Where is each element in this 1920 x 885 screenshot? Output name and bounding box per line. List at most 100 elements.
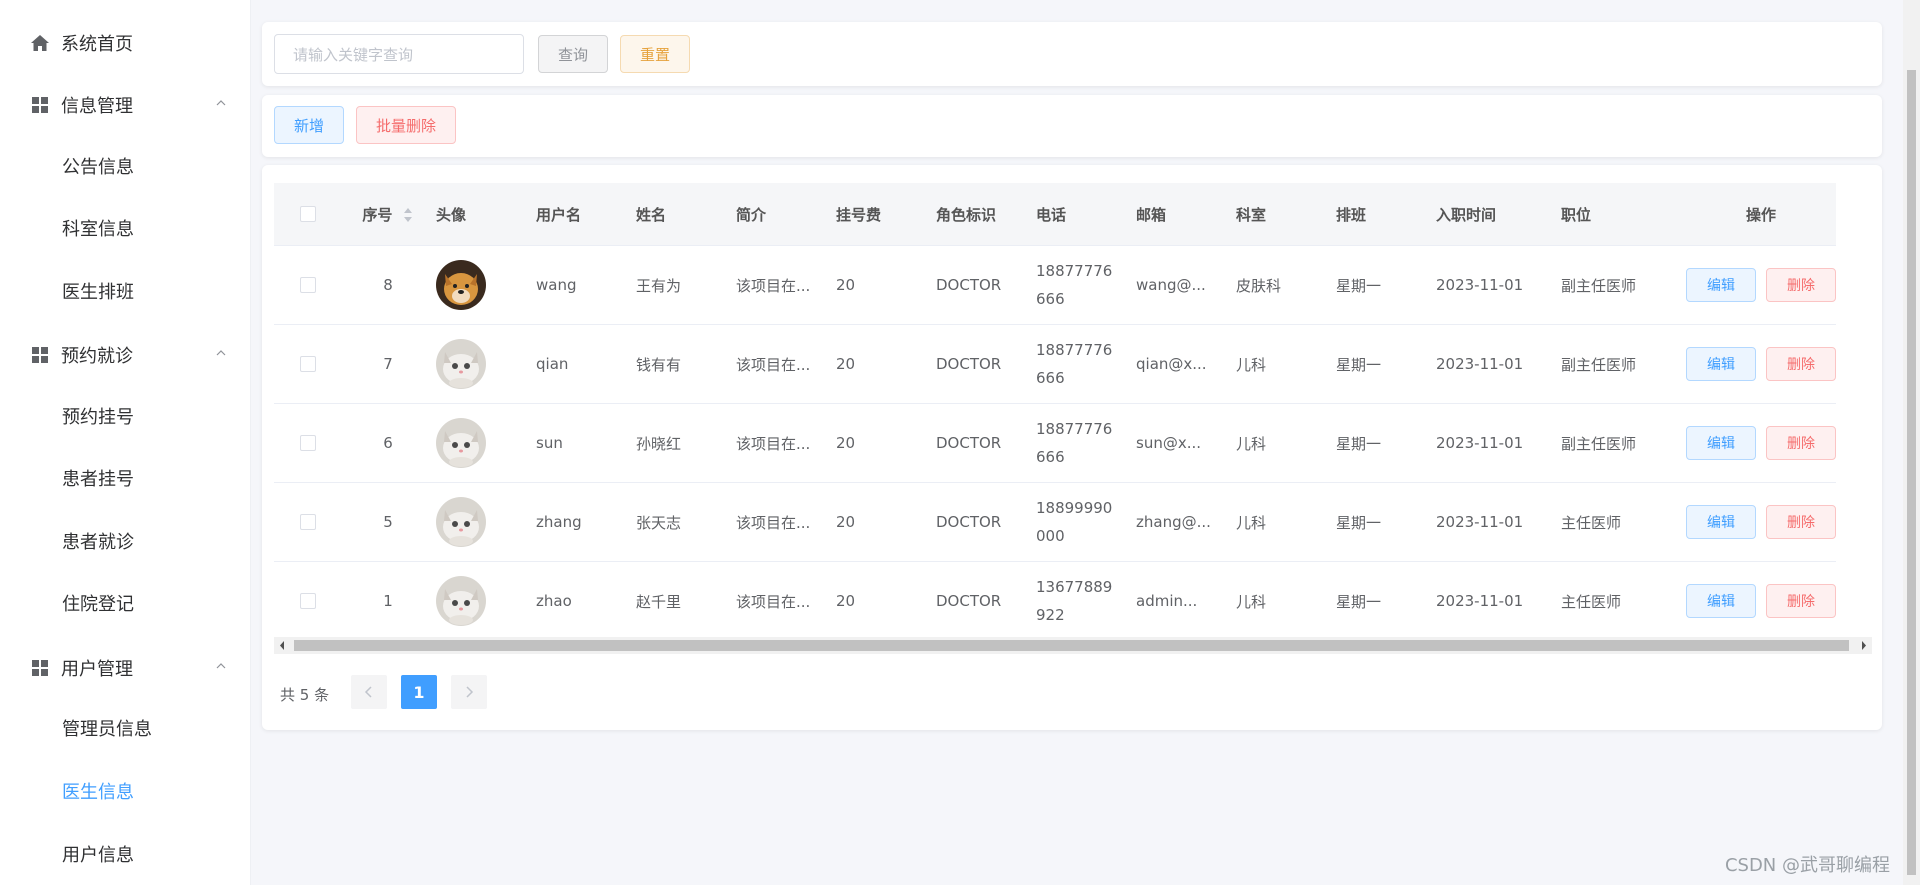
menu-group-info[interactable]: 信息管理: [0, 74, 250, 136]
sidebar-item-label: 患者就诊: [62, 532, 134, 553]
cell-name: 张天志: [636, 513, 682, 532]
menu-group-users[interactable]: 用户管理: [0, 637, 250, 699]
cell-dept: 儿科: [1236, 513, 1267, 532]
sidebar-item-dept[interactable]: 科室信息: [0, 197, 250, 259]
sidebar-item-user[interactable]: 用户信息: [0, 823, 250, 885]
horizontal-scrollbar[interactable]: [274, 637, 1872, 654]
prev-page-button[interactable]: [351, 675, 387, 709]
delete-button[interactable]: 删除: [1766, 268, 1836, 302]
cell-dept: 儿科: [1236, 355, 1267, 374]
page-1-button[interactable]: 1: [401, 675, 437, 709]
batch-delete-button[interactable]: 批量删除: [356, 106, 456, 144]
cell-date: 2023-11-01: [1436, 355, 1524, 373]
sidebar-item-label: 用户信息: [62, 845, 134, 866]
vertical-scrollbar-thumb[interactable]: [1907, 70, 1916, 875]
home-icon: [29, 32, 51, 54]
cell-title: 主任医师: [1561, 513, 1622, 532]
sidebar-item-label: 公告信息: [62, 157, 134, 178]
cell-phone-line1: 18877776: [1036, 420, 1113, 438]
cell-title: 副主任医师: [1561, 355, 1637, 374]
search-input[interactable]: 请输入关键字查询: [274, 34, 524, 74]
sidebar-item-booking[interactable]: 预约挂号: [0, 385, 250, 447]
cell-role: DOCTOR: [936, 592, 1002, 610]
cell-fee: 20: [836, 434, 856, 452]
cell-date: 2023-11-01: [1436, 434, 1524, 452]
edit-button[interactable]: 编辑: [1686, 347, 1756, 381]
cell-username: zhao: [536, 592, 572, 610]
sidebar-item-doctor[interactable]: 医生信息: [0, 760, 250, 822]
grid-icon: [29, 657, 51, 679]
query-button[interactable]: 查询: [538, 35, 608, 73]
chevron-up-icon: [216, 350, 226, 356]
next-page-button[interactable]: [451, 675, 487, 709]
delete-button[interactable]: 删除: [1766, 584, 1836, 618]
edit-button[interactable]: 编辑: [1686, 505, 1756, 539]
row-checkbox[interactable]: [300, 435, 316, 451]
sidebar-item-notice[interactable]: 公告信息: [0, 135, 250, 197]
grid-icon: [29, 94, 51, 116]
search-card: 请输入关键字查询 查询 重置: [262, 22, 1882, 86]
chevron-right-icon: [466, 686, 474, 698]
sidebar-item-hospital[interactable]: 住院登记: [0, 572, 250, 634]
cell-fee: 20: [836, 276, 856, 294]
sidebar-item-label: 医生信息: [62, 782, 134, 803]
table-row: 1 zhao 赵千里 该项目在... 20 DOCTOR 13677889 922 admin.…: [274, 561, 1836, 641]
header-label: 科室: [1236, 205, 1267, 224]
cell-title: 副主任医师: [1561, 276, 1637, 295]
cell-username: wang: [536, 276, 577, 294]
cell-dept: 儿科: [1236, 434, 1267, 453]
watermark: CSDN @武哥聊编程: [1724, 855, 1890, 876]
cell-email: zhang@...: [1136, 513, 1211, 531]
edit-button[interactable]: 编辑: [1686, 426, 1756, 460]
row-checkbox[interactable]: [300, 277, 316, 293]
header-label: 简介: [736, 205, 767, 224]
cell-email: qian@x...: [1136, 355, 1207, 373]
table-row: 8 wang 王有为 该项目在... 20 DOCTOR 18877776 666 wang@.…: [274, 245, 1836, 325]
cell-phone-line1: 18877776: [1036, 341, 1113, 359]
table-row: 6 sun 孙晓红 该项目在... 20 DOCTOR 18877776 666 sun@x..…: [274, 403, 1836, 483]
scrollbar-thumb[interactable]: [294, 640, 1849, 651]
header-label: 用户名: [536, 205, 582, 224]
cell-phone-line1: 18899990: [1036, 499, 1113, 517]
menu-group-users-label: 用户管理: [61, 659, 133, 680]
delete-button[interactable]: 删除: [1766, 505, 1836, 539]
cell-dept: 皮肤科: [1236, 276, 1282, 295]
sidebar-item-schedule[interactable]: 医生排班: [0, 260, 250, 322]
cell-phone-line2: 922: [1036, 606, 1065, 624]
cell-id: 8: [383, 276, 393, 294]
menu-group-appointment[interactable]: 预约就诊: [0, 324, 250, 386]
pagination-total: 共 5 条: [280, 686, 330, 704]
row-checkbox[interactable]: [300, 593, 316, 609]
sidebar-item-patient-register[interactable]: 患者挂号: [0, 447, 250, 509]
edit-button[interactable]: 编辑: [1686, 584, 1756, 618]
row-checkbox[interactable]: [300, 356, 316, 372]
grid-icon: [29, 344, 51, 366]
menu-home[interactable]: 系统首页: [0, 12, 250, 74]
sidebar-item-patient-visit[interactable]: 患者就诊: [0, 510, 250, 572]
scroll-left-arrow-icon[interactable]: [278, 637, 286, 654]
delete-button[interactable]: 删除: [1766, 347, 1836, 381]
sort-header-id[interactable]: 序号: [340, 183, 436, 246]
edit-button[interactable]: 编辑: [1686, 268, 1756, 302]
menu-home-label: 系统首页: [61, 34, 133, 55]
select-all-checkbox[interactable]: [300, 206, 316, 222]
add-button[interactable]: 新增: [274, 106, 344, 144]
sidebar-item-admin[interactable]: 管理员信息: [0, 697, 250, 759]
cell-schedule: 星期一: [1336, 434, 1382, 453]
sidebar-item-label: 管理员信息: [62, 719, 152, 740]
chevron-up-icon: [216, 100, 226, 106]
row-checkbox[interactable]: [300, 514, 316, 530]
cell-email: wang@...: [1136, 276, 1206, 294]
vertical-scrollbar[interactable]: [1903, 0, 1920, 885]
sort-caret-icon[interactable]: [402, 206, 414, 224]
sidebar-item-label: 患者挂号: [62, 469, 134, 490]
header-label: 序号: [362, 205, 393, 224]
cell-username: qian: [536, 355, 569, 373]
scroll-right-arrow-icon[interactable]: [1860, 637, 1868, 654]
reset-button[interactable]: 重置: [620, 35, 690, 73]
cell-username: zhang: [536, 513, 582, 531]
doctor-table: 序号 头像 用户名 姓名 简介 挂号费 角色标识 电话 邮箱 科室 排班 入职时…: [274, 183, 1836, 641]
cell-intro: 该项目在...: [736, 434, 811, 453]
header-label: 操作: [1745, 205, 1776, 224]
delete-button[interactable]: 删除: [1766, 426, 1836, 460]
